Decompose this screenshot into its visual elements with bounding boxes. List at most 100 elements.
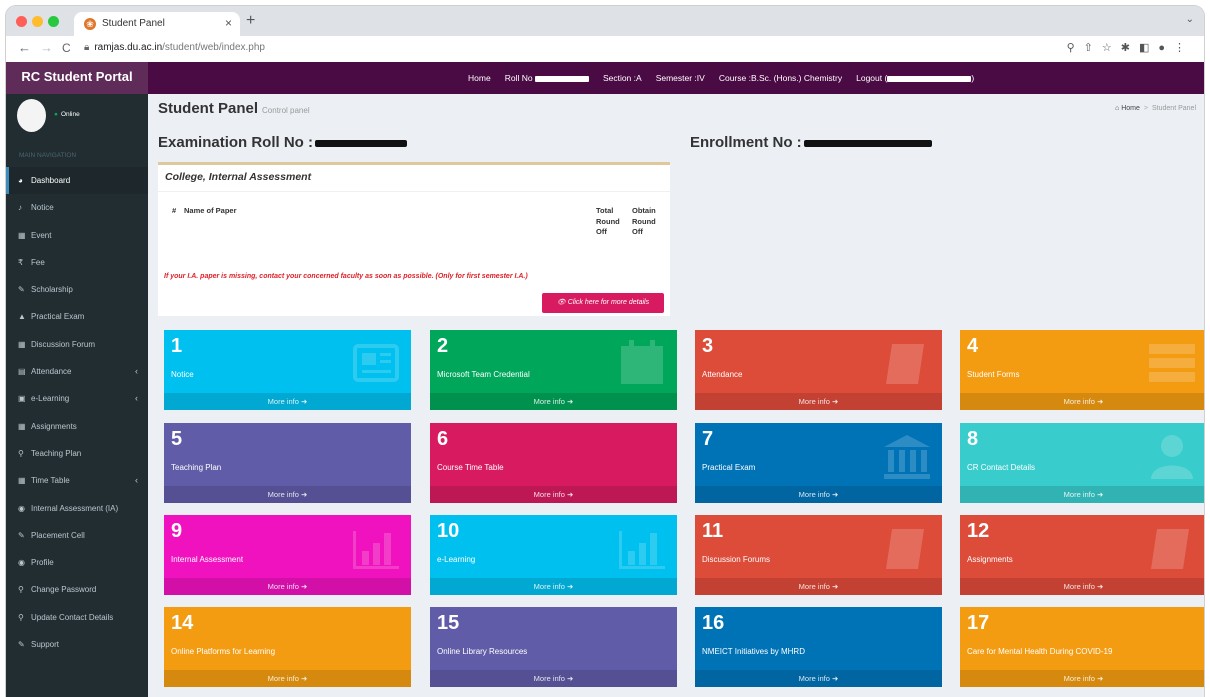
tile-attendance[interactable]: 3 Attendance More info ➜: [695, 330, 942, 410]
tile-more-info-link[interactable]: More info ➜: [430, 578, 677, 595]
browser-tab[interactable]: ❀ Student Panel ×: [74, 12, 240, 36]
tile-more-info-link[interactable]: More info ➜: [164, 670, 411, 687]
nav-roll: Roll No: [505, 73, 589, 83]
sidebar-item-scholarship[interactable]: ✎ Scholarship: [6, 276, 148, 303]
page-title: Student Panel Control panel: [158, 100, 310, 117]
tile-course-time-table[interactable]: 6 Course Time Table More info ➜: [430, 423, 677, 503]
tile-student-forms[interactable]: 4 Student Forms More info ➜: [960, 330, 1204, 410]
tile-more-info-link[interactable]: More info ➜: [695, 393, 942, 410]
sidebar-item-label: Profile: [31, 558, 54, 568]
sidebar-item-attendance[interactable]: ▤ Attendance ‹: [6, 358, 148, 385]
calendar-icon: ▦: [18, 421, 26, 431]
sidebar-item-time-table[interactable]: ▦ Time Table ‹: [6, 467, 148, 494]
tab-search-icon[interactable]: ⌄: [1186, 14, 1194, 25]
browser-window: ❀ Student Panel × + ⌄ ← → C 🔒︎ ramjas.du.…: [6, 6, 1204, 697]
portal-logo[interactable]: RC Student Portal: [6, 62, 148, 94]
sidebar-item-notice[interactable]: ♪ Notice: [6, 194, 148, 221]
book-icon: ▤: [18, 367, 26, 377]
tab-close-icon[interactable]: ×: [225, 16, 232, 30]
close-window-button[interactable]: [16, 16, 27, 27]
tile-more-info-link[interactable]: More info ➜: [695, 486, 942, 503]
sidebar-item-label: Support: [31, 640, 60, 650]
tile-more-info-link[interactable]: More info ➜: [695, 670, 942, 687]
zoom-icon[interactable]: ⚲: [1067, 42, 1084, 54]
tile-assignments[interactable]: 12 Assignments More info ➜: [960, 515, 1204, 595]
sidebar-item-update-contact-details[interactable]: ⚲ Update Contact Details: [6, 604, 148, 631]
tile-more-info-link[interactable]: More info ➜: [164, 578, 411, 595]
sidebar-item-label: Assignments: [31, 421, 77, 431]
bookmark-star-icon[interactable]: ☆: [1102, 42, 1121, 54]
sidebar-item-label: Time Table: [31, 476, 70, 486]
tile-more-info-link[interactable]: More info ➜: [164, 393, 411, 410]
tile-online-platforms-for-learning[interactable]: 14 Online Platforms for Learning More info…: [164, 607, 411, 687]
tile-more-info-link[interactable]: More info ➜: [430, 393, 677, 410]
menu-kebab-icon[interactable]: ⋮: [1174, 42, 1194, 54]
sidebar-item-fee[interactable]: ₹ Fee: [6, 249, 148, 276]
col-obtain-round-off: Obtain Round Off: [632, 206, 656, 236]
new-tab-button[interactable]: +: [246, 12, 255, 30]
forward-icon[interactable]: →: [40, 40, 53, 55]
url-field[interactable]: 🔒︎ ramjas.du.ac.in/student/web/index.php: [84, 42, 265, 53]
tile-more-info-link[interactable]: More info ➜: [430, 486, 677, 503]
server-icon: [1147, 338, 1197, 388]
tile-number: 17: [967, 612, 990, 634]
tile-more-info-link[interactable]: More info ➜: [430, 670, 677, 687]
sidebar-item-dashboard[interactable]: ◕ Dashboard: [6, 167, 148, 195]
tile-online-library-resources[interactable]: 15 Online Library Resources More info ➜: [430, 607, 677, 687]
nav-logout[interactable]: Logout (): [856, 73, 974, 83]
more-details-button[interactable]: 👁︎ Click here for more details: [542, 293, 664, 313]
tile-more-info-link[interactable]: More info ➜: [960, 486, 1204, 503]
sidebar-item-label: e-Learning: [31, 394, 70, 404]
sidebar-item-event[interactable]: ▦ Event: [6, 222, 148, 249]
sidebar-item-change-password[interactable]: ⚲ Change Password: [6, 576, 148, 603]
tile-label: Practical Exam: [702, 463, 756, 472]
tile-more-info-link[interactable]: More info ➜: [695, 578, 942, 595]
tile-discussion-forums[interactable]: 11 Discussion Forums More info ➜: [695, 515, 942, 595]
tile-teaching-plan[interactable]: 5 Teaching Plan More info ➜: [164, 423, 411, 503]
profile-icon[interactable]: ●: [1158, 42, 1174, 54]
reload-icon[interactable]: C: [62, 41, 71, 55]
sidebar-item-label: Dashboard: [31, 176, 71, 185]
sidebar-item-practical-exam[interactable]: ▲ Practical Exam: [6, 303, 148, 330]
tile-microsoft-team-credential[interactable]: 2 Microsoft Team Credential More info ➜: [430, 330, 677, 410]
tile-number: 2: [437, 335, 449, 357]
sidebar-item-assignments[interactable]: ▦ Assignments: [6, 413, 148, 440]
sidebar-item-placement-cell[interactable]: ✎ Placement Cell: [6, 522, 148, 549]
tile-internal-assessment[interactable]: 9 Internal Assessment More info ➜: [164, 515, 411, 595]
sidebar-item-discussion-forum[interactable]: ▦ Discussion Forum: [6, 331, 148, 358]
tile-practical-exam[interactable]: 7 Practical Exam More info ➜: [695, 423, 942, 503]
tile-more-info-link[interactable]: More info ➜: [960, 393, 1204, 410]
tile-number: 4: [967, 335, 979, 357]
avatar: [17, 99, 46, 132]
maximize-window-button[interactable]: [48, 16, 59, 27]
sidebar-item-e-learning[interactable]: ▣ e-Learning ‹: [6, 385, 148, 412]
ia-warning: If your I.A. paper is missing, contact y…: [164, 273, 528, 280]
tile-more-info-link[interactable]: More info ➜: [960, 670, 1204, 687]
breadcrumb: ⌂ Home > Student Panel: [1115, 105, 1196, 112]
breadcrumb-home[interactable]: Home: [1121, 105, 1140, 112]
sidebar-item-label: Discussion Forum: [31, 339, 96, 349]
extensions-icon[interactable]: ✱: [1121, 42, 1139, 54]
tile-number: 10: [437, 520, 460, 542]
enrollment-heading: Enrollment No :: [690, 134, 932, 151]
tile-notice[interactable]: 1 Notice More info ➜: [164, 330, 411, 410]
tile-care-for-mental-health-during-covid-19[interactable]: 17 Care for Mental Health During COVID-19…: [960, 607, 1204, 687]
back-icon[interactable]: ←: [18, 40, 31, 55]
share-icon[interactable]: ⇧: [1084, 42, 1102, 54]
newspaper-icon: [351, 338, 401, 388]
key-icon: ⚲: [18, 448, 24, 458]
sidebar-toggle-icon[interactable]: ◧: [1139, 42, 1158, 54]
nav-home[interactable]: Home: [468, 73, 491, 83]
minimize-window-button[interactable]: [32, 16, 43, 27]
tile-nmeict-initiatives-by-mhrd[interactable]: 16 NMEICT Initiatives by MHRD More info ➜: [695, 607, 942, 687]
tile-cr-contact-details[interactable]: 8 CR Contact Details More info ➜: [960, 423, 1204, 503]
sidebar-item-profile[interactable]: ◉ Profile: [6, 549, 148, 576]
tile-more-info-link[interactable]: More info ➜: [960, 578, 1204, 595]
sidebar-item-internal-assessment-ia[interactable]: ◉ Internal Assessment (IA): [6, 495, 148, 522]
chevron-left-icon: ‹: [135, 393, 138, 404]
laptop-icon: ▣: [18, 394, 26, 404]
tile-more-info-link[interactable]: More info ➜: [164, 486, 411, 503]
sidebar-item-support[interactable]: ✎ Support: [6, 631, 148, 658]
sidebar-item-teaching-plan[interactable]: ⚲ Teaching Plan: [6, 440, 148, 467]
tile-e-learning[interactable]: 10 e-Learning More info ➜: [430, 515, 677, 595]
